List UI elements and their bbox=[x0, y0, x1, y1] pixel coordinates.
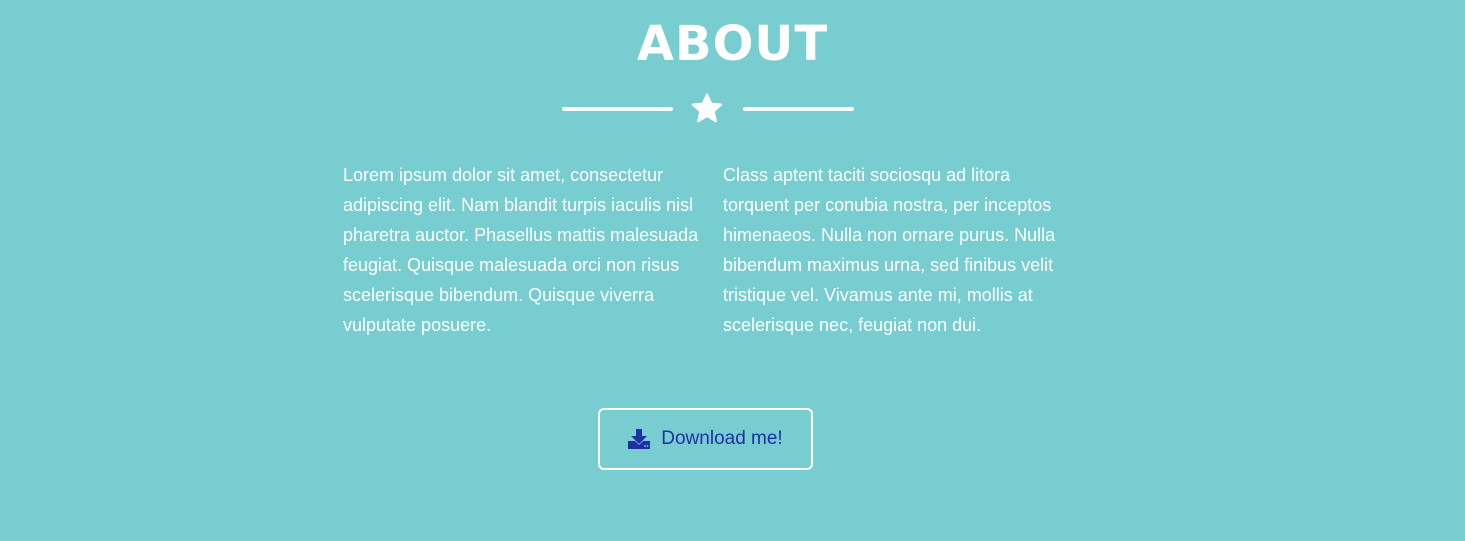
star-icon bbox=[691, 93, 723, 123]
divider-line-left bbox=[562, 107, 673, 111]
about-section: ABOUT Lorem ipsum dolor sit amet, consec… bbox=[0, 0, 1465, 541]
download-button[interactable]: Download me! bbox=[598, 408, 813, 470]
divider-line-right bbox=[743, 107, 854, 111]
download-icon bbox=[628, 429, 651, 449]
title-divider bbox=[562, 92, 854, 128]
about-paragraph-right: Class aptent taciti sociosqu ad litora t… bbox=[723, 165, 1056, 335]
about-paragraph-left: Lorem ipsum dolor sit amet, consectetur … bbox=[343, 165, 699, 335]
download-button-label: Download me! bbox=[661, 428, 783, 449]
section-title: ABOUT bbox=[636, 16, 829, 72]
